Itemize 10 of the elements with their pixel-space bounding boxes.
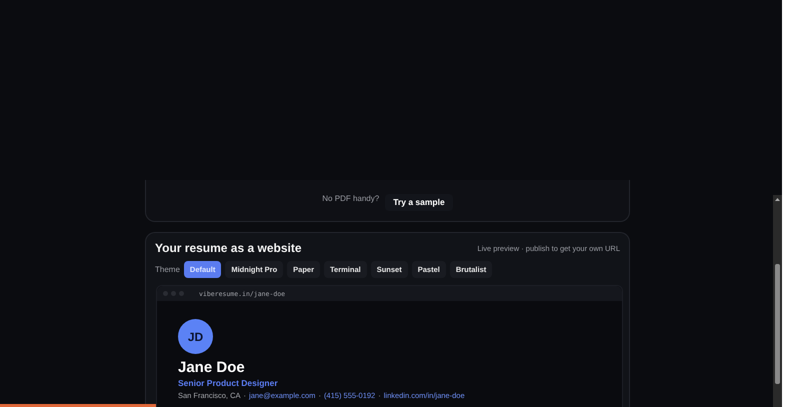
section-title: Your resume as a website — [155, 241, 302, 255]
avatar: JD — [178, 319, 213, 354]
person-name: Jane Doe — [178, 359, 245, 376]
theme-label: Theme — [155, 265, 180, 274]
scrollbar-thumb[interactable] — [775, 264, 780, 384]
job-title: Senior Product Designer — [178, 378, 278, 388]
try-sample-button[interactable]: Try a sample — [385, 194, 453, 211]
no-pdf-text: No PDF handy? — [322, 194, 380, 203]
scroll-up-icon[interactable] — [775, 198, 780, 201]
scrollbar[interactable] — [773, 195, 782, 407]
